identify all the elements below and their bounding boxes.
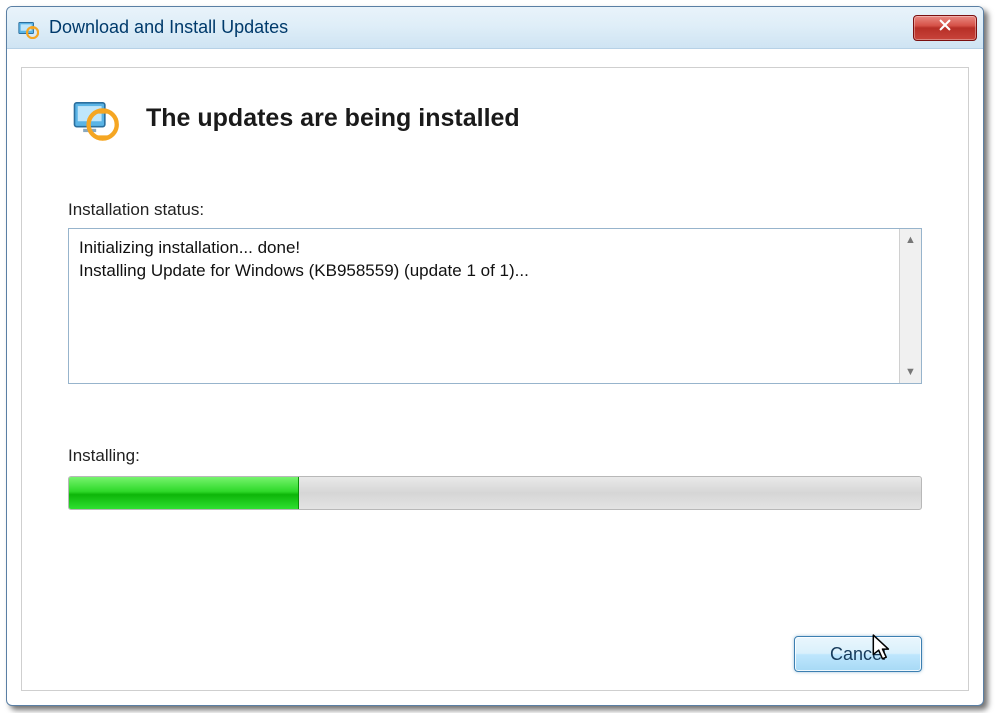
- installation-status-box: Initializing installation... done! Insta…: [68, 228, 922, 384]
- dialog-heading: The updates are being installed: [146, 104, 520, 133]
- windows-update-icon: [17, 17, 39, 39]
- install-progress-bar: [68, 476, 922, 510]
- cancel-button-label: Cancel: [830, 644, 886, 665]
- close-button[interactable]: [913, 15, 977, 41]
- cancel-button[interactable]: Cancel: [794, 636, 922, 672]
- window-title: Download and Install Updates: [49, 17, 913, 38]
- header-row: The updates are being installed: [68, 92, 922, 144]
- dialog-button-row: Cancel: [794, 636, 922, 672]
- dialog-body: The updates are being installed Installa…: [21, 67, 969, 691]
- close-icon: [936, 18, 954, 37]
- install-progress-fill: [69, 477, 299, 509]
- windows-update-shield-icon: [68, 92, 120, 144]
- titlebar: Download and Install Updates: [7, 7, 983, 49]
- status-scrollbar[interactable]: ▲ ▼: [899, 229, 921, 383]
- scroll-up-icon: ▲: [900, 229, 921, 251]
- progress-section-label: Installing:: [68, 446, 922, 466]
- scroll-down-icon: ▼: [900, 361, 921, 383]
- status-section-label: Installation status:: [68, 200, 922, 220]
- dialog-window: Download and Install Updates T: [6, 6, 984, 706]
- installation-status-text: Initializing installation... done! Insta…: [69, 229, 899, 383]
